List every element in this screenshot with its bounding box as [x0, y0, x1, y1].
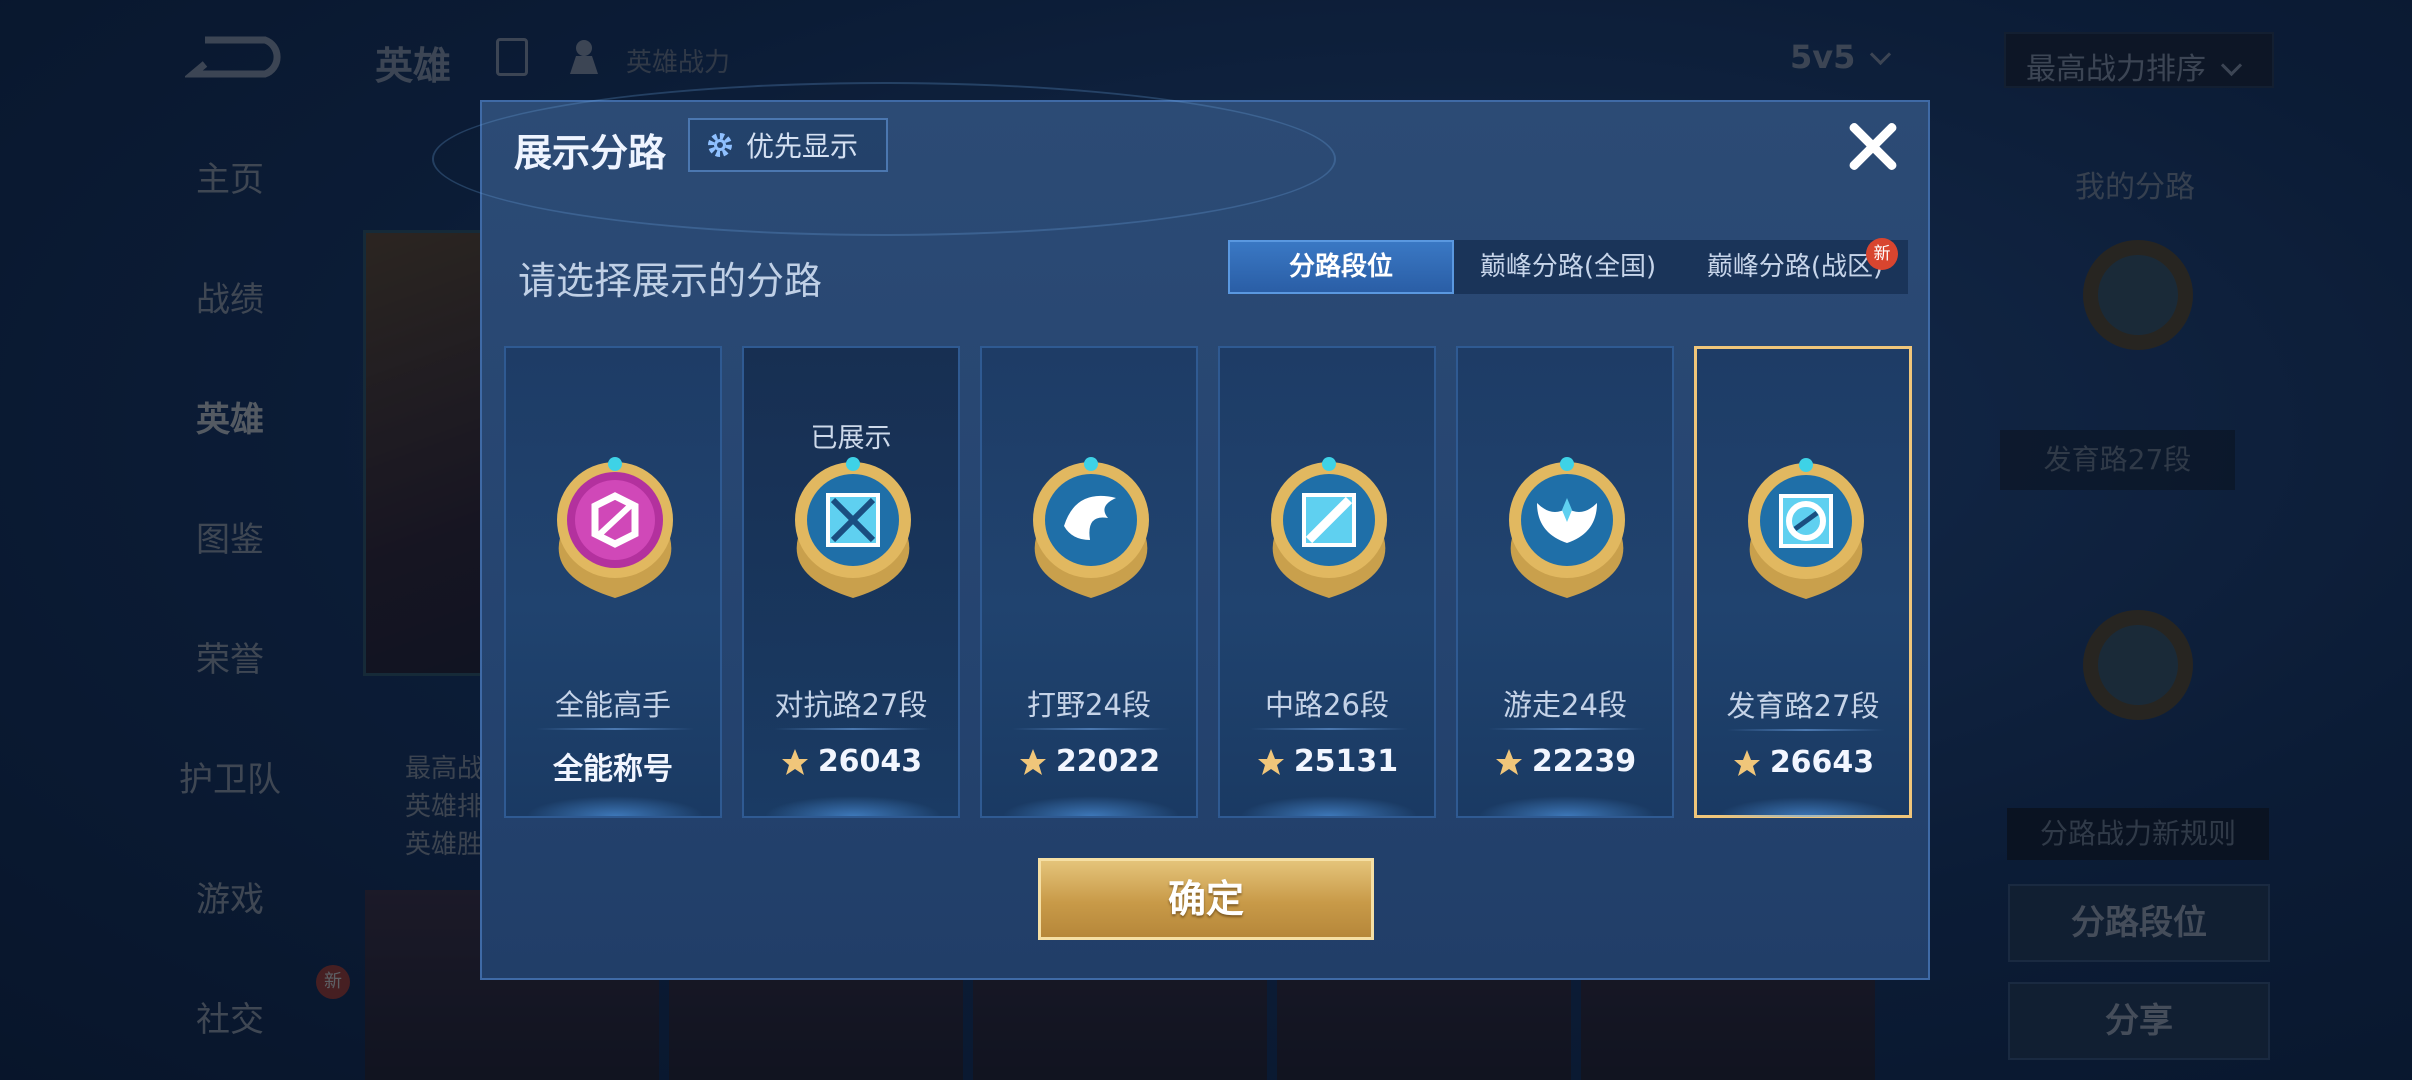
power-icon — [1019, 748, 1046, 775]
lane-name: 中路26段 — [1265, 688, 1389, 722]
lane-power: 25131 — [1220, 744, 1434, 779]
lane-score: 26043 — [817, 744, 923, 779]
card-glow — [1717, 797, 1895, 817]
confirm-button[interactable]: 确定 — [1038, 858, 1374, 940]
lane-name: 对抗路27段 — [774, 688, 928, 722]
card-glow — [1240, 796, 1418, 816]
card-glow — [1002, 796, 1180, 816]
lane-tabs: 分路段位 巅峰分路(全国) 巅峰分路(战区) — [1228, 240, 1908, 294]
lane-card-farm[interactable]: 发育路27段 26643 — [1694, 346, 1912, 818]
farm-lane-badge-icon — [1748, 458, 1864, 599]
power-icon — [1733, 749, 1760, 776]
power-icon — [781, 748, 808, 775]
card-glow — [1478, 796, 1656, 816]
lane-card-all-round[interactable]: 全能高手 全能称号 — [504, 346, 722, 818]
gear-icon — [708, 133, 732, 157]
lane-card-jungle[interactable]: 打野24段 22022 — [980, 346, 1198, 818]
tab-peak-national[interactable]: 巅峰分路(全国) — [1454, 240, 1682, 294]
priority-display-button[interactable]: 优先显示 — [688, 118, 888, 172]
lane-name: 打野24段 — [1027, 688, 1151, 722]
lane-power: 22022 — [982, 744, 1196, 779]
power-icon — [1495, 748, 1522, 775]
lane-power: 22239 — [1458, 744, 1672, 779]
lane-title: 全能称号 — [506, 744, 720, 788]
lane-score: 22239 — [1531, 744, 1637, 779]
lane-power: 26043 — [744, 744, 958, 779]
lane-name: 发育路27段 — [1726, 689, 1880, 723]
tab-lane-rank[interactable]: 分路段位 — [1228, 240, 1454, 294]
mid-lane-badge-icon — [1271, 457, 1387, 598]
lane-card-clash[interactable]: 已展示 对抗路27段 26043 — [742, 346, 960, 818]
power-icon — [1257, 748, 1284, 775]
roam-badge-icon — [1509, 457, 1625, 598]
lane-score: 26643 — [1769, 745, 1875, 780]
card-glow — [764, 796, 942, 816]
all-round-badge-icon — [557, 457, 673, 598]
priority-display-label: 优先显示 — [746, 130, 859, 163]
new-badge: 新 — [1866, 238, 1898, 270]
lane-card-mid[interactable]: 中路26段 25131 — [1218, 346, 1436, 818]
divider — [1250, 728, 1408, 730]
dialog-title: 展示分路 — [514, 131, 667, 175]
lane-score: 全能称号 — [553, 752, 673, 787]
divider — [1012, 728, 1170, 730]
card-glow — [526, 796, 704, 816]
lane-card-list: 全能高手 全能称号 已展示 对抗路27段 26043 打野24段 22022 中… — [504, 346, 1914, 818]
lane-score: 22022 — [1055, 744, 1161, 779]
lane-name: 全能高手 — [554, 688, 671, 722]
display-lane-dialog: 展示分路 优先显示 请选择展示的分路 分路段位 巅峰分路(全国) 巅峰分路(战区… — [432, 82, 1930, 980]
divider — [774, 728, 932, 730]
jungle-badge-icon — [1033, 457, 1149, 598]
lane-name: 游走24段 — [1503, 688, 1627, 722]
lane-card-roam[interactable]: 游走24段 22239 — [1456, 346, 1674, 818]
lane-score: 25131 — [1293, 744, 1399, 779]
clash-lane-badge-icon — [795, 457, 911, 598]
divider — [1488, 728, 1646, 730]
divider — [536, 728, 694, 730]
lane-power: 26643 — [1697, 745, 1909, 780]
divider — [1727, 729, 1885, 731]
dialog-subtitle: 请选择展示的分路 — [518, 259, 823, 303]
close-icon[interactable] — [1838, 112, 1908, 182]
